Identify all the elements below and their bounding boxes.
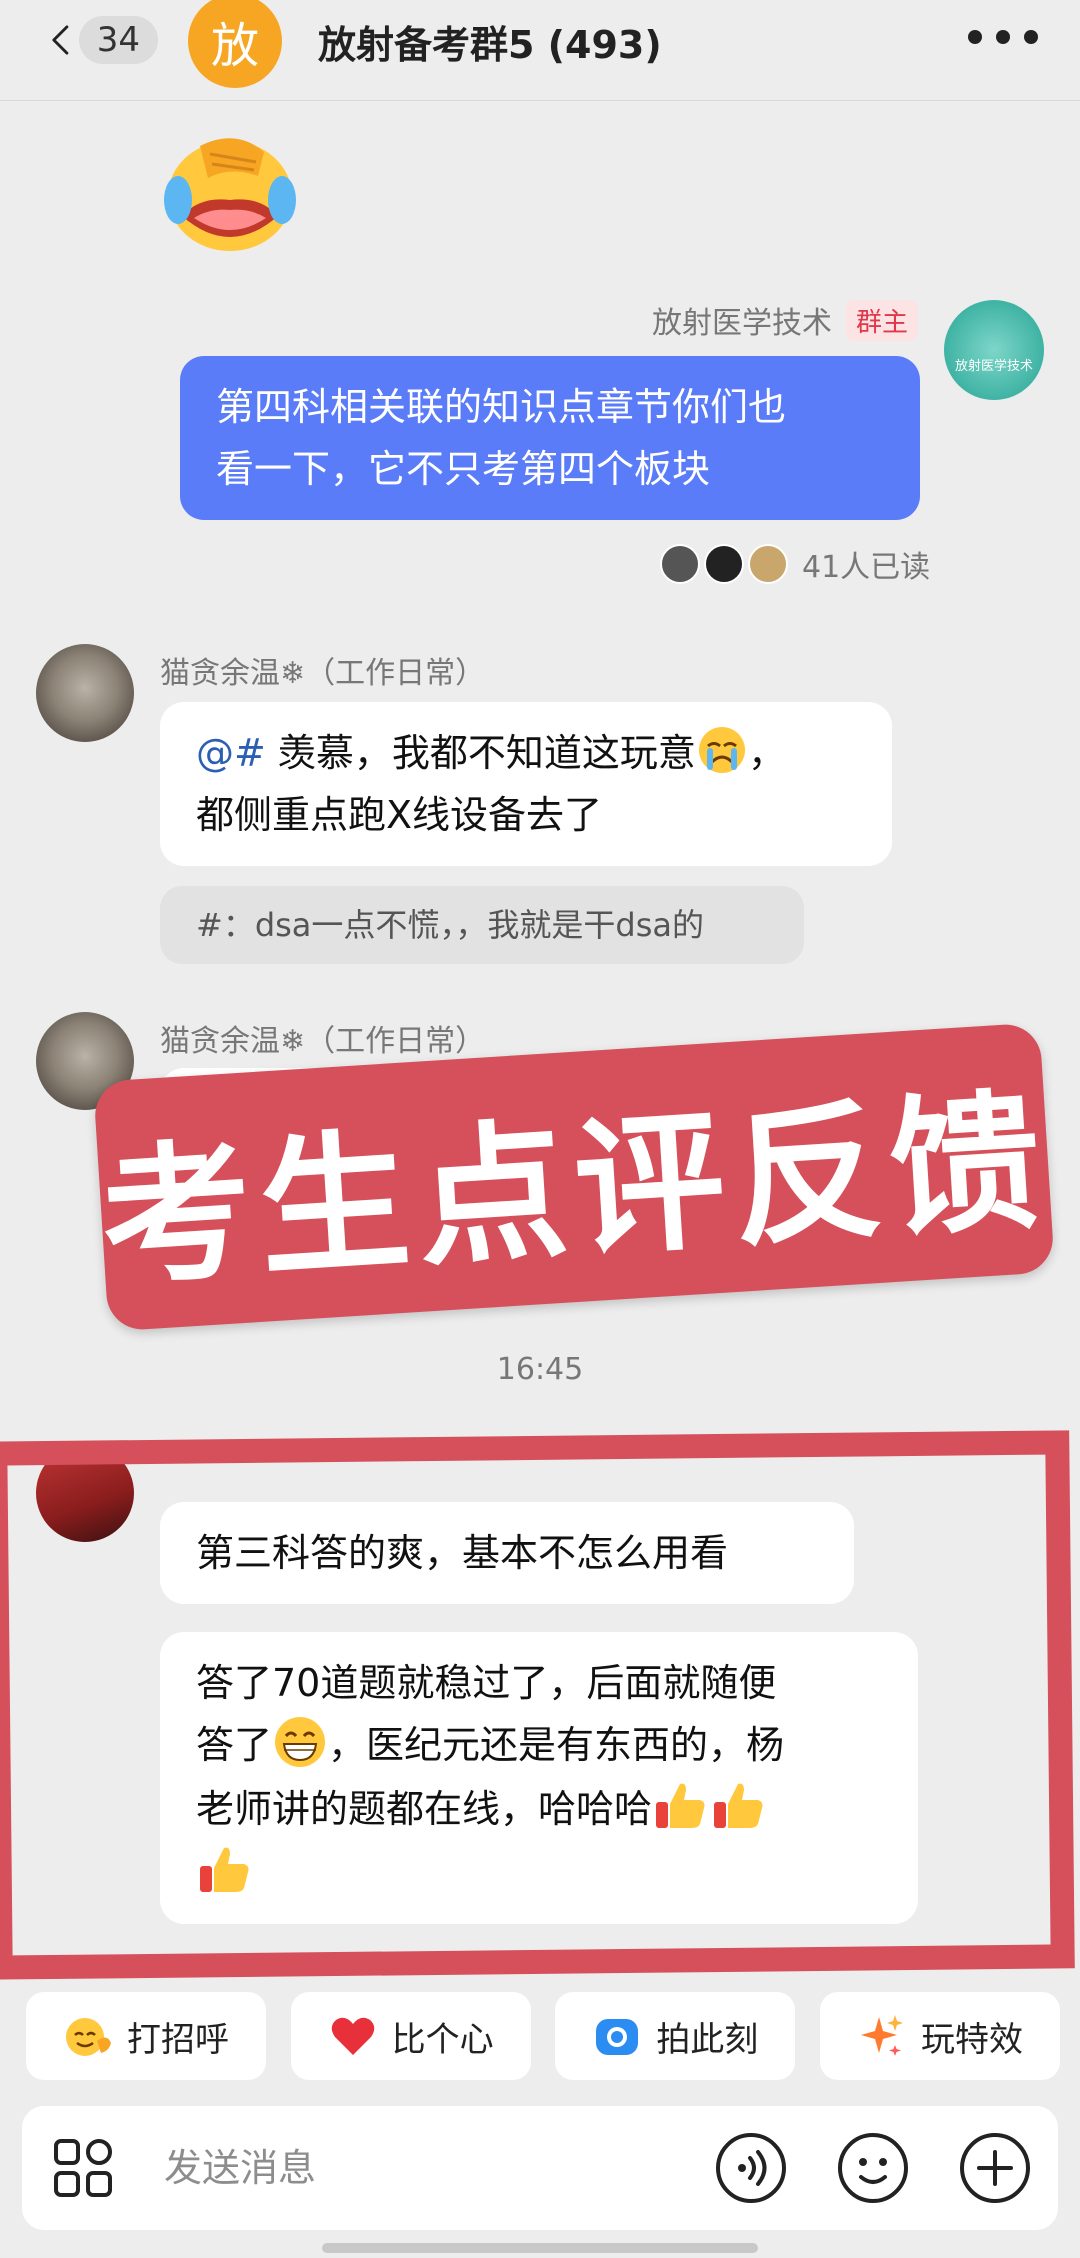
read-receipt[interactable]: 41人已读 bbox=[660, 542, 930, 586]
message-input-bar bbox=[22, 2106, 1058, 2230]
quoted-message[interactable]: #：dsa一点不慌，，我就是干dsa的 bbox=[160, 886, 804, 964]
camera-icon bbox=[596, 2019, 639, 2055]
quick-action-camera[interactable]: 拍此刻 bbox=[555, 1992, 796, 2080]
back-button[interactable]: 34 bbox=[48, 14, 158, 66]
sender-name[interactable]: 放射医学技术 bbox=[652, 298, 832, 342]
reader-avatar bbox=[660, 544, 700, 584]
emoji-picker-icon[interactable] bbox=[836, 2131, 910, 2205]
timestamp: 16:45 bbox=[496, 1352, 584, 1387]
group-title[interactable]: 放射备考群5 (493) bbox=[318, 14, 662, 69]
owner-avatar-label: 放射医学技术 bbox=[954, 359, 1033, 374]
message-line: @# 羡慕，我都不知道这玩意 ， bbox=[196, 722, 856, 784]
wave-emoji-icon bbox=[66, 2018, 111, 2056]
mention-tag[interactable]: @# bbox=[196, 731, 266, 775]
owner-badge: 群主 bbox=[845, 299, 918, 341]
sender-name[interactable]: 猫贪余温❄（工作日常） bbox=[160, 648, 485, 692]
voice-icon[interactable] bbox=[714, 2131, 788, 2205]
crying-emoji-icon bbox=[698, 727, 745, 773]
message-line: 看一下，它不只考第四个板块 bbox=[216, 447, 711, 491]
dot-icon bbox=[1024, 30, 1038, 44]
reader-avatar bbox=[748, 544, 788, 584]
quick-actions-row: 打招呼 比个心 拍此刻 玩特效 bbox=[26, 1992, 1060, 2080]
quick-action-label: 拍此刻 bbox=[656, 2019, 759, 2060]
message-line: 都侧重点跑X线设备去了 bbox=[196, 793, 603, 837]
message-line: 第四科相关联的知识点章节你们也 bbox=[216, 385, 787, 429]
quick-action-heart[interactable]: 比个心 bbox=[290, 1992, 531, 2080]
quick-action-effects[interactable]: 玩特效 bbox=[819, 1992, 1060, 2080]
owner-header: 放射医学技术 群主 bbox=[652, 298, 918, 342]
read-count: 41人已读 bbox=[802, 550, 931, 585]
avatar[interactable] bbox=[36, 644, 134, 742]
quick-action-label: 玩特效 bbox=[920, 2019, 1023, 2060]
facepalm-laugh-sticker[interactable] bbox=[160, 126, 300, 252]
owner-avatar[interactable]: 放射医学技术 bbox=[944, 300, 1044, 400]
message-input[interactable] bbox=[162, 2145, 714, 2191]
dot-icon bbox=[968, 30, 982, 44]
message-bubble[interactable]: 第四科相关联的知识点章节你们也 看一下，它不只考第四个板块 bbox=[180, 356, 920, 520]
heart-icon bbox=[331, 2017, 374, 2055]
home-indicator bbox=[322, 2243, 758, 2253]
apps-grid-icon[interactable] bbox=[52, 2137, 114, 2199]
dot-icon bbox=[996, 30, 1010, 44]
message-text: ， bbox=[747, 731, 786, 775]
unread-count-badge: 34 bbox=[78, 16, 158, 64]
sender-name[interactable]: 猫贪余温❄（工作日常） bbox=[160, 1016, 485, 1060]
plus-icon[interactable] bbox=[958, 2131, 1032, 2205]
message-bubble[interactable]: @# 羡慕，我都不知道这玩意 ， 都侧重点跑X线设备去了 bbox=[160, 702, 892, 866]
message-text: 羡慕，我都不知道这玩意 bbox=[265, 731, 696, 775]
more-options-button[interactable] bbox=[968, 30, 1038, 50]
reader-avatar bbox=[704, 544, 744, 584]
quick-action-label: 比个心 bbox=[391, 2019, 494, 2060]
sparkle-icon bbox=[860, 2015, 903, 2056]
quick-action-wave[interactable]: 打招呼 bbox=[26, 1992, 266, 2080]
highlight-frame bbox=[0, 1430, 1075, 1980]
banner-text: 考生点评反馈 bbox=[96, 1073, 1054, 1308]
quick-action-label: 打招呼 bbox=[127, 2019, 229, 2060]
chevron-left-icon bbox=[52, 25, 69, 55]
